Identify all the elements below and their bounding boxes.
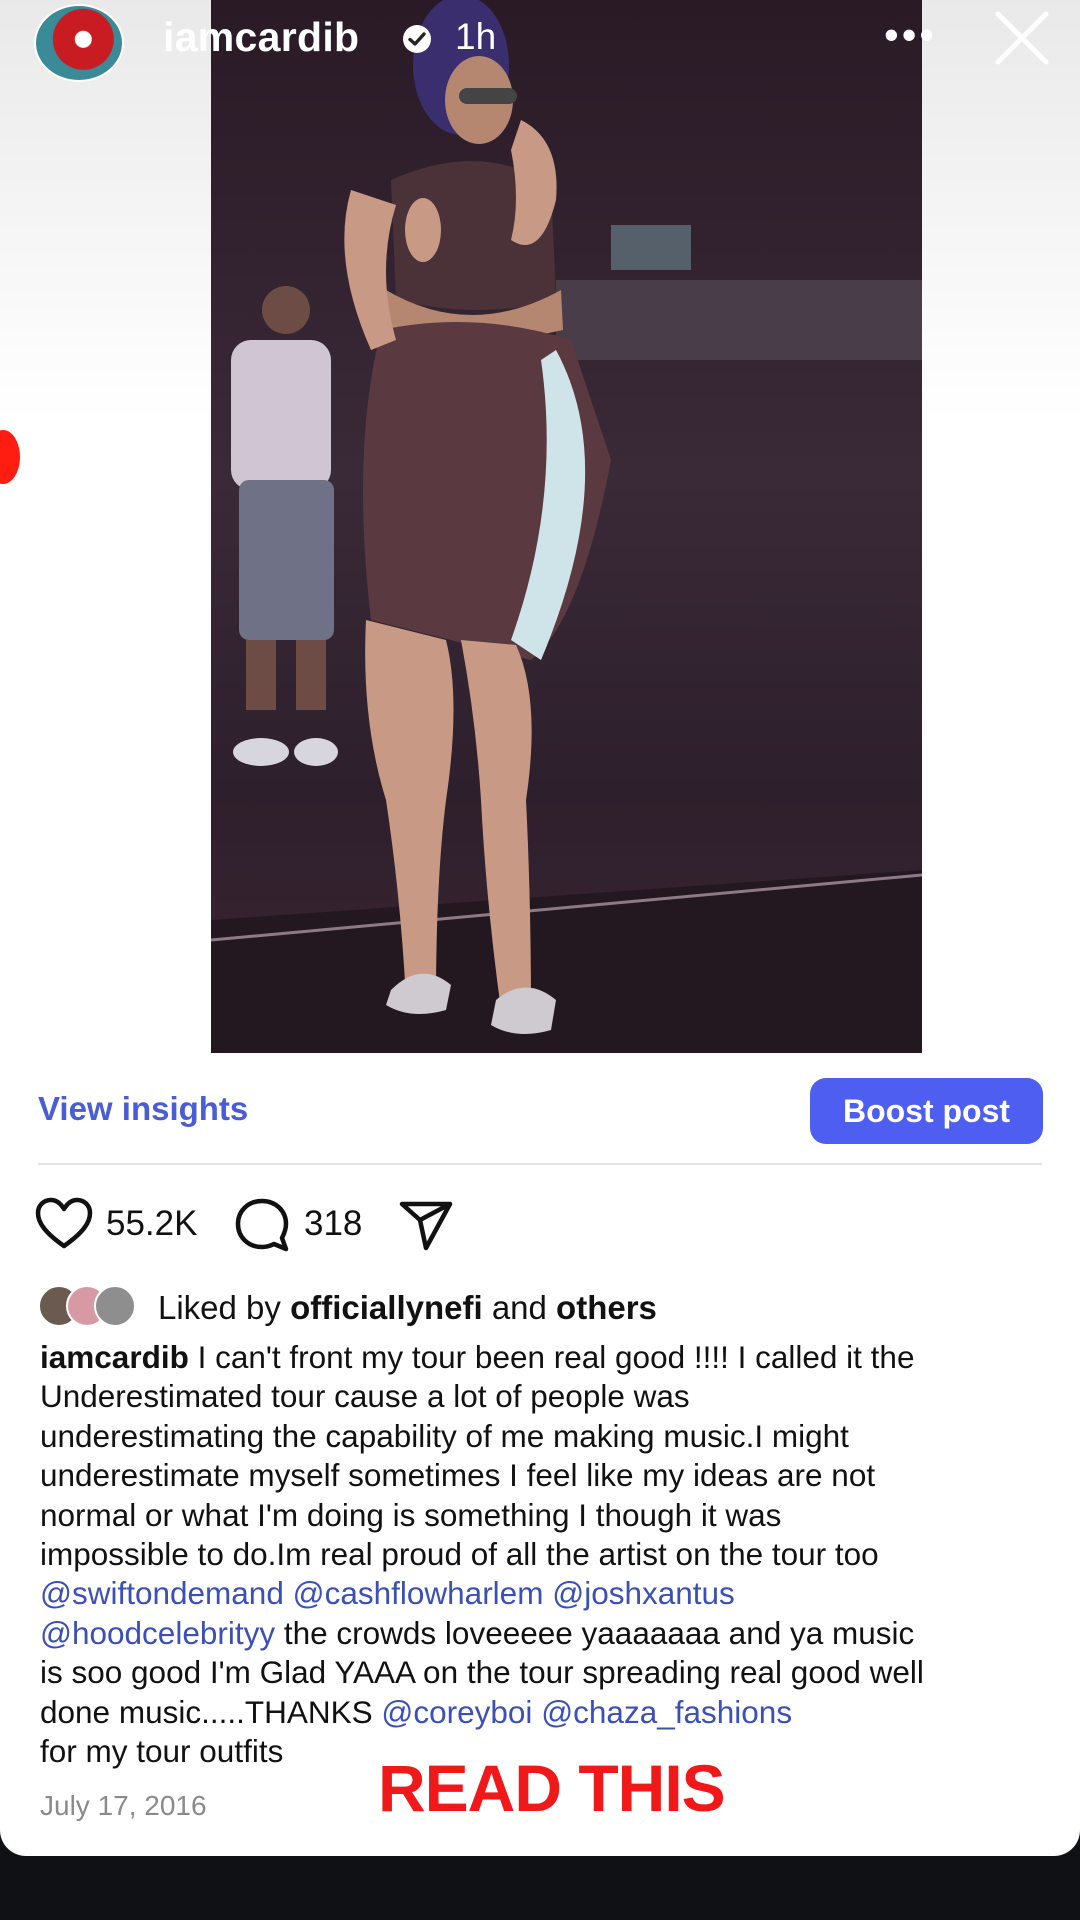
mention-link[interactable]: @joshxantus: [552, 1575, 735, 1611]
mention-link[interactable]: @swiftondemand: [40, 1575, 284, 1611]
post-date: July 17, 2016: [40, 1790, 207, 1821]
story-header: iamcardib 1h •••: [0, 0, 1080, 90]
liked-by-others[interactable]: others: [556, 1289, 657, 1326]
caption-author[interactable]: iamcardib: [40, 1339, 189, 1375]
overlay-text: READ THIS: [378, 1751, 726, 1825]
boost-post-button[interactable]: Boost post: [810, 1078, 1043, 1144]
post-photo[interactable]: [211, 0, 922, 1053]
liked-by-user[interactable]: officiallynefi: [290, 1289, 483, 1326]
heart-icon[interactable]: [34, 1196, 94, 1257]
story-time: 1h: [455, 16, 497, 57]
comment-icon[interactable]: [234, 1196, 290, 1257]
likes-count[interactable]: 55.2K: [106, 1204, 197, 1244]
verified-badge-icon: [402, 24, 432, 54]
more-options-icon[interactable]: •••: [884, 14, 937, 56]
red-marker: [0, 430, 20, 484]
comments-count[interactable]: 318: [304, 1204, 362, 1244]
liker-avatar: [94, 1285, 136, 1327]
liked-by-text: Liked by officiallynefi and others: [158, 1289, 657, 1326]
close-icon[interactable]: [994, 10, 1050, 66]
post-caption: iamcardib I can't front my tour been rea…: [40, 1339, 924, 1770]
view-insights-link[interactable]: View insights: [38, 1090, 248, 1128]
story-card: iamcardib 1h ••• View insights Boost pos…: [0, 0, 1080, 1856]
mention-link[interactable]: @cashflowharlem: [293, 1575, 544, 1611]
avatar[interactable]: [34, 4, 124, 82]
share-icon[interactable]: [398, 1196, 454, 1257]
mention-link[interactable]: @coreyboi: [381, 1694, 532, 1730]
story-username[interactable]: iamcardib: [163, 14, 359, 61]
divider: [38, 1163, 1042, 1165]
mention-link[interactable]: @hoodcelebrityy: [40, 1615, 275, 1651]
mention-link[interactable]: @chaza_fashions: [541, 1694, 792, 1730]
